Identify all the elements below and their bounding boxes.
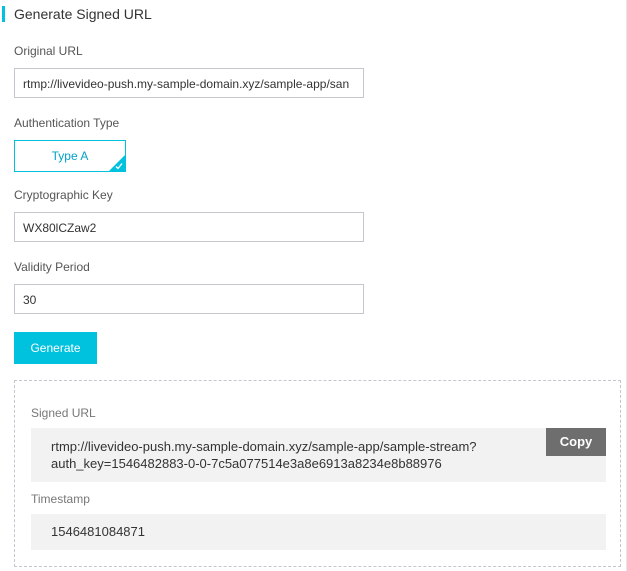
original-url-value: rtmp://livevideo-push.my-sample-domain.x… [23,77,350,91]
check-icon [115,163,123,170]
signed-url-label: Signed URL [31,406,96,420]
validity-period-value: 30 [23,293,37,307]
original-url-input[interactable]: rtmp://livevideo-push.my-sample-domain.x… [14,68,364,98]
validity-period-input[interactable]: 30 [14,284,364,314]
crypto-key-value: WX80lCZaw2 [23,221,97,235]
title-accent-bar [2,6,5,22]
signed-url-line-2: auth_key=1546482883-0-0-7c5a077514e3a8e6… [51,456,442,471]
timestamp-field[interactable]: 1546481084871 [31,514,606,550]
signed-url-line-1: rtmp://livevideo-push.my-sample-domain.x… [51,439,477,454]
auth-type-label: Authentication Type [14,116,120,130]
generate-button[interactable]: Generate [14,332,97,364]
original-url-label: Original URL [14,44,83,58]
timestamp-value: 1546481084871 [51,524,145,539]
crypto-key-label: Cryptographic Key [14,188,113,202]
copy-button[interactable]: Copy [546,428,606,456]
page-title: Generate Signed URL [14,6,152,22]
result-panel: Signed URL rtmp://livevideo-push.my-samp… [14,380,621,567]
crypto-key-input[interactable]: WX80lCZaw2 [14,212,364,242]
auth-type-option-a[interactable]: Type A [14,140,126,172]
auth-type-option-label: Type A [51,149,89,163]
validity-period-label: Validity Period [14,260,90,274]
signed-url-field[interactable]: rtmp://livevideo-push.my-sample-domain.x… [31,428,606,482]
timestamp-label: Timestamp [31,492,90,506]
